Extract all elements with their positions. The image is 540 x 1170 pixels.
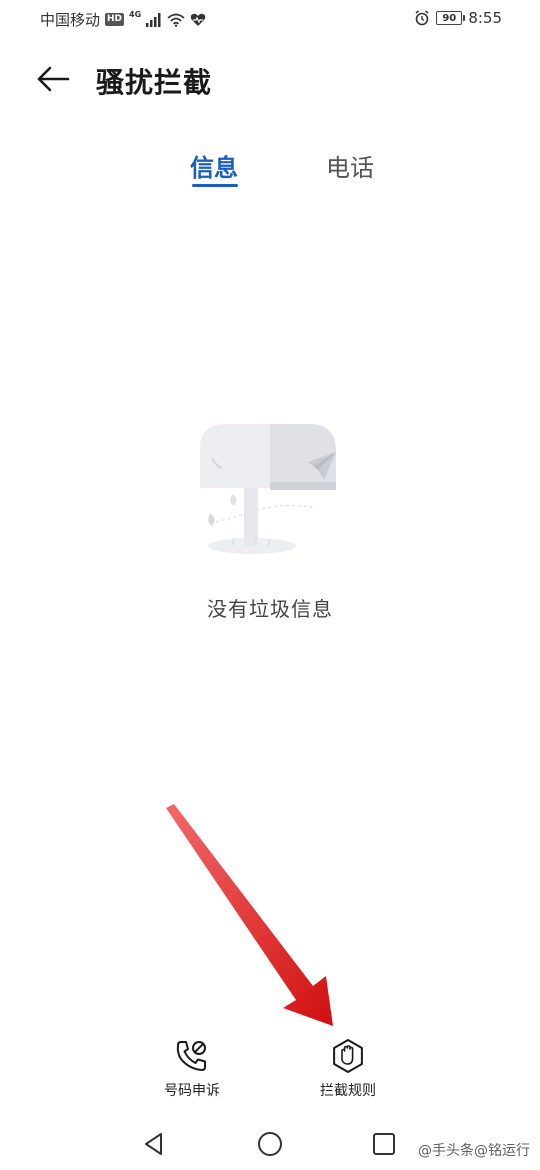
signal-icon [146, 12, 161, 27]
alarm-icon [415, 10, 429, 26]
nav-recents-button[interactable] [366, 1126, 402, 1162]
tab-calls[interactable]: 电话 [326, 148, 374, 183]
arrow-left-icon [37, 66, 70, 92]
status-bar-left: 中国移动 HD 4G [40, 9, 206, 30]
nav-home-button[interactable] [252, 1126, 288, 1162]
system-nav-bar: @手头条@铭运行 [0, 1118, 540, 1170]
back-button[interactable] [34, 62, 72, 96]
hd-badge: HD [105, 13, 125, 26]
app-header: 骚扰拦截 [0, 52, 540, 108]
battery-indicator: 90 [436, 11, 466, 25]
tab-messages[interactable]: 信息 [190, 148, 238, 183]
empty-mailbox-illustration [200, 424, 336, 554]
status-bar-right: 90 8:55 [414, 9, 502, 27]
tab-active-indicator [192, 184, 238, 187]
number-appeal-button[interactable]: 号码申诉 [137, 1038, 247, 1104]
red-pointer-arrow [166, 804, 333, 1026]
watermark-text: @手头条@铭运行 [418, 1143, 530, 1159]
status-bar: 中国移动 HD 4G 90 8:55 [0, 0, 540, 38]
nav-back-button[interactable] [136, 1126, 172, 1162]
block-rules-label: 拦截规则 [320, 1083, 376, 1099]
clock: 8:55 [468, 9, 502, 27]
wifi-icon [167, 13, 185, 27]
health-heart-icon [190, 13, 206, 26]
network-label: 4G [129, 10, 142, 19]
phone-appeal-icon [174, 1038, 210, 1074]
hand-stop-icon [330, 1038, 366, 1074]
carrier-label: 中国移动 [40, 11, 101, 29]
square-recents-icon [373, 1133, 395, 1155]
tab-bar: 信息 电话 [0, 140, 540, 196]
page-title: 骚扰拦截 [96, 66, 213, 99]
number-appeal-label: 号码申诉 [164, 1083, 220, 1099]
circle-home-icon [258, 1132, 282, 1156]
triangle-back-icon [145, 1133, 162, 1155]
empty-state-message: 没有垃圾信息 [207, 597, 333, 621]
block-rules-button[interactable]: 拦截规则 [293, 1038, 403, 1104]
